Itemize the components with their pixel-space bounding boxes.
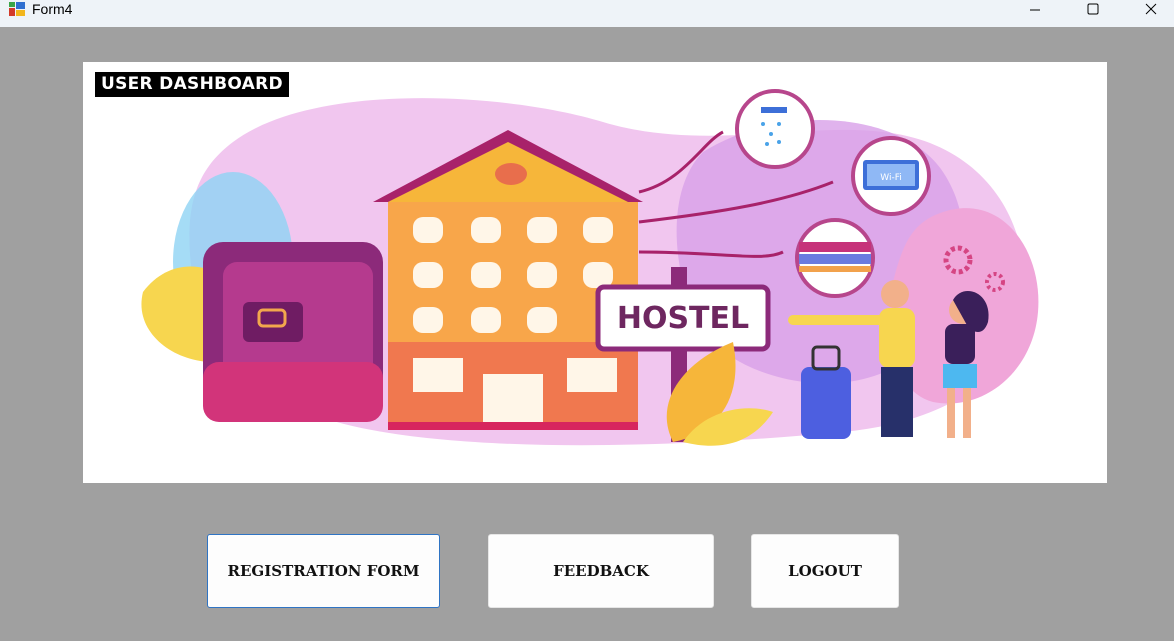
logout-button[interactable]: LOGOUT: [751, 534, 899, 608]
maximize-icon: [1087, 3, 1099, 15]
wifi-label: Wi-Fi: [880, 173, 901, 183]
app-icon: [9, 2, 25, 16]
hostel-sign-text: HOSTEL: [617, 301, 749, 336]
minimize-button[interactable]: [1012, 0, 1058, 18]
hostel-banner-image: Wi-Fi HOSTEL USER DASHBOARD: [83, 62, 1107, 483]
title-bar: Form4: [0, 0, 1174, 27]
maximize-button[interactable]: [1070, 0, 1116, 18]
window-title: Form4: [32, 1, 73, 17]
dashboard-label: USER DASHBOARD: [95, 72, 289, 97]
minimize-icon: [1030, 9, 1040, 11]
close-button[interactable]: [1128, 0, 1174, 18]
hostel-illustration: Wi-Fi HOSTEL: [141, 89, 1039, 446]
close-icon: [1145, 3, 1157, 15]
registration-form-button[interactable]: REGISTRATION FORM: [207, 534, 440, 608]
feedback-button[interactable]: FEEDBACK: [488, 534, 714, 608]
